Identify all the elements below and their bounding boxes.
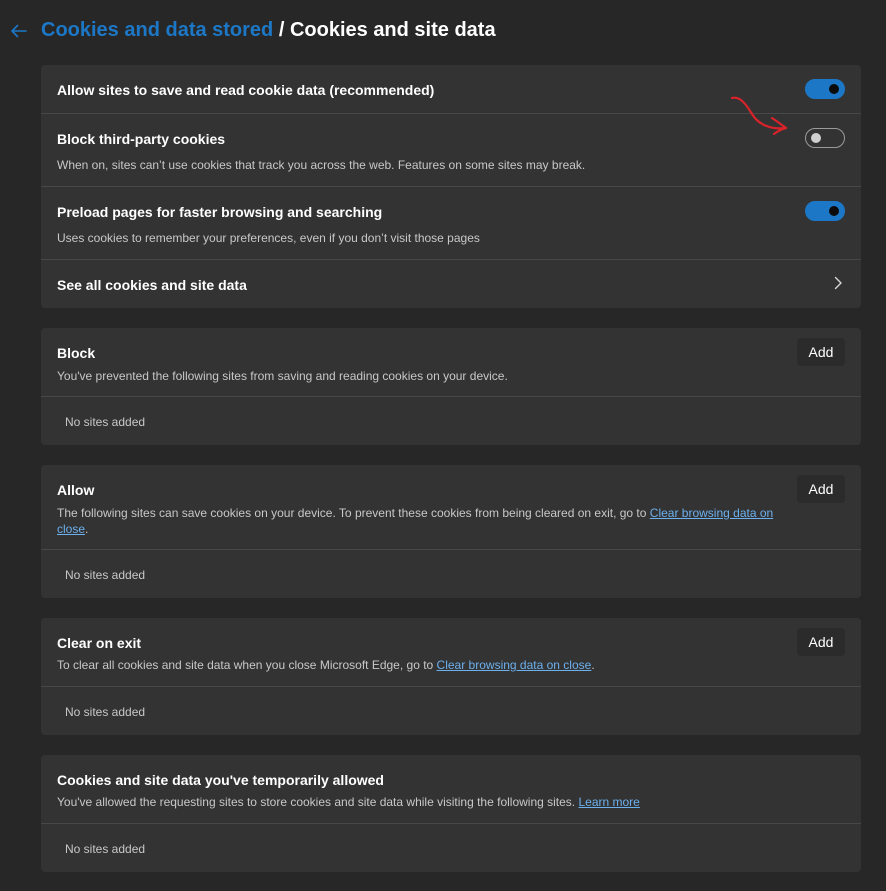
allow-empty-text: No sites added xyxy=(65,568,146,582)
clear-add-button[interactable]: Add xyxy=(797,628,845,656)
breadcrumb: Cookies and data stored / Cookies and si… xyxy=(41,19,496,42)
allow-add-button[interactable]: Add xyxy=(797,475,845,503)
toggle-knob xyxy=(811,133,821,143)
temp-description: You've allowed the requesting sites to s… xyxy=(57,795,640,809)
block-third-party-description: When on, sites can’t use cookies that tr… xyxy=(57,158,586,172)
block-empty-text: No sites added xyxy=(65,415,146,429)
clear-description-text: To clear all cookies and site data when … xyxy=(57,658,437,672)
allow-clear-browsing-link-line1[interactable]: Clear browsing data on xyxy=(650,506,773,520)
clear-header-row: Clear on exit To clear all cookies and s… xyxy=(41,618,861,687)
preload-description: Uses cookies to remember your preference… xyxy=(57,231,480,245)
allow-header-row: Allow The following sites can save cooki… xyxy=(41,465,861,550)
page-title: Cookies and site data xyxy=(289,19,496,41)
clear-empty-text: No sites added xyxy=(65,705,146,719)
page-header: Cookies and data stored / Cookies and si… xyxy=(0,0,886,64)
clear-browsing-data-link[interactable]: Clear browsing data on close xyxy=(437,658,592,672)
allow-list: No sites added xyxy=(41,550,861,598)
temp-title: Cookies and site data you've temporarily… xyxy=(57,772,384,788)
temporarily-allowed-card: Cookies and site data you've temporarily… xyxy=(41,755,861,872)
temp-header-row: Cookies and site data you've temporarily… xyxy=(41,755,861,824)
block-add-button[interactable]: Add xyxy=(797,338,845,366)
breadcrumb-separator: / xyxy=(273,19,290,41)
allow-description: The following sites can save cookies on … xyxy=(57,505,773,537)
allow-sites-toggle[interactable] xyxy=(805,79,845,99)
chevron-right-icon[interactable] xyxy=(833,276,843,290)
block-third-party-label: Block third-party cookies xyxy=(57,131,226,147)
clear-list: No sites added xyxy=(41,687,861,735)
block-third-party-toggle[interactable] xyxy=(805,128,845,148)
breadcrumb-parent-link[interactable]: Cookies and data stored xyxy=(41,19,273,41)
block-card: Block You've prevented the following sit… xyxy=(41,328,861,445)
see-all-cookies-label: See all cookies and site data xyxy=(57,277,247,293)
see-all-cookies-row[interactable]: See all cookies and site data xyxy=(41,260,861,308)
back-arrow-icon[interactable] xyxy=(8,20,30,42)
red-arrow-annotation-icon xyxy=(724,92,796,138)
preload-label: Preload pages for faster browsing and se… xyxy=(57,204,383,220)
toggle-knob xyxy=(829,84,839,94)
temp-description-text: You've allowed the requesting sites to s… xyxy=(57,795,579,809)
allow-description-end: . xyxy=(85,522,89,536)
allow-title: Allow xyxy=(57,482,95,498)
block-header-row: Block You've prevented the following sit… xyxy=(41,328,861,397)
allow-card: Allow The following sites can save cooki… xyxy=(41,465,861,598)
block-list: No sites added xyxy=(41,397,861,445)
learn-more-link[interactable]: Learn more xyxy=(578,795,639,809)
temp-empty-text: No sites added xyxy=(65,842,146,856)
allow-description-text: The following sites can save cookies on … xyxy=(57,506,650,520)
clear-description: To clear all cookies and site data when … xyxy=(57,658,595,672)
toggle-knob xyxy=(829,206,839,216)
allow-sites-label: Allow sites to save and read cookie data… xyxy=(57,82,435,98)
block-description: You've prevented the following sites fro… xyxy=(57,369,508,383)
clear-title: Clear on exit xyxy=(57,635,142,651)
clear-description-end: . xyxy=(591,658,595,672)
preload-toggle[interactable] xyxy=(805,201,845,221)
allow-clear-browsing-link-line2[interactable]: close xyxy=(57,522,85,536)
preload-row: Preload pages for faster browsing and se… xyxy=(41,187,861,260)
clear-on-exit-card: Clear on exit To clear all cookies and s… xyxy=(41,618,861,735)
block-title: Block xyxy=(57,345,96,361)
temp-list: No sites added xyxy=(41,824,861,872)
